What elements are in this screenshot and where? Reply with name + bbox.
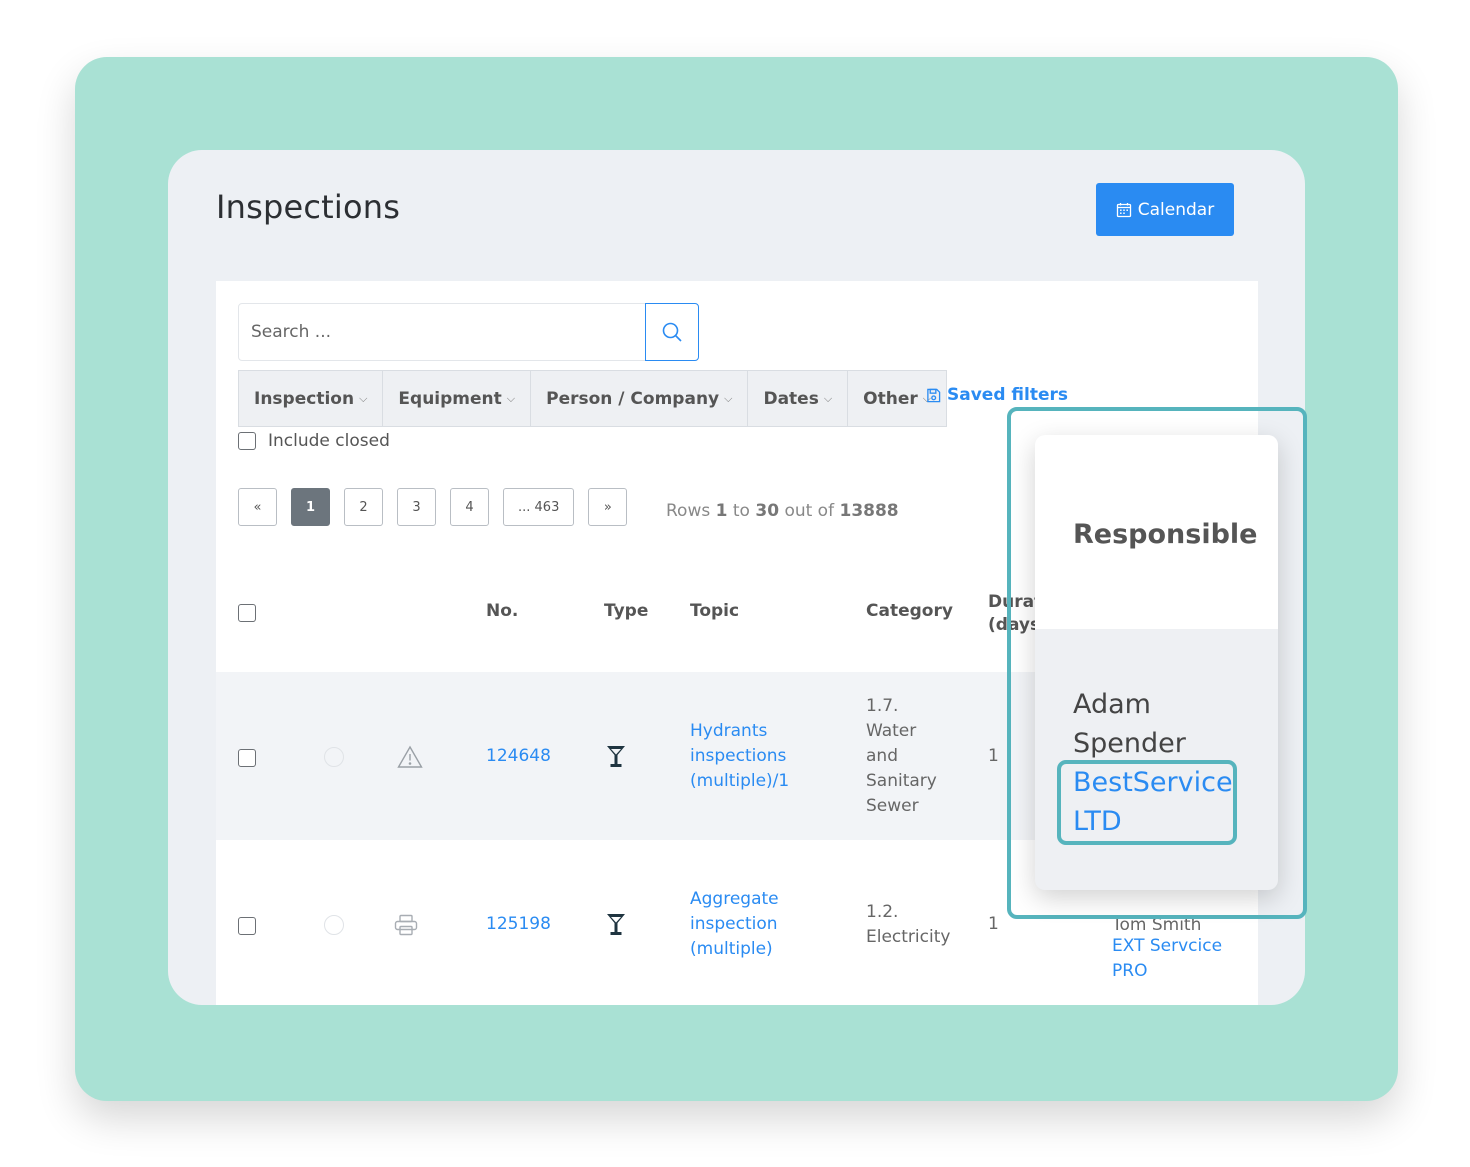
category-text: 1.7. Water and Sanitary Sewer: [866, 696, 937, 816]
select-all-checkbox[interactable]: [238, 604, 256, 622]
status-circle: [324, 747, 344, 767]
column-header-type[interactable]: Type: [604, 601, 648, 621]
filter-bar: Inspection ⌵ Equipment ⌵ Person / Company ⌵…: [238, 370, 948, 427]
include-closed-checkbox[interactable]: [238, 432, 256, 450]
row-checkbox[interactable]: [238, 749, 256, 767]
page-next-button[interactable]: »: [588, 488, 628, 526]
calendar-button-label: Calendar: [1137, 199, 1215, 220]
warning-icon: [397, 745, 423, 768]
cocktail-icon: [607, 914, 625, 935]
page-3-button[interactable]: 3: [397, 488, 436, 526]
popup-title: Responsible: [1073, 519, 1258, 550]
cocktail-icon: [607, 746, 625, 767]
chevron-down-icon: ⌵: [724, 391, 733, 405]
search-button[interactable]: [645, 303, 699, 361]
include-closed-label: Include closed: [268, 431, 390, 451]
page-1-button[interactable]: 1: [291, 488, 330, 526]
column-header-topic[interactable]: Topic: [690, 601, 739, 621]
calendar-button[interactable]: Calendar: [1096, 183, 1234, 236]
saved-filters-link[interactable]: Saved filters: [926, 385, 1068, 405]
row-checkbox[interactable]: [238, 917, 256, 935]
column-header-no[interactable]: No.: [486, 601, 518, 621]
filter-person-company[interactable]: Person / Company ⌵: [531, 371, 749, 426]
topic-link[interactable]: Hydrants inspections (multiple)/1: [690, 719, 800, 794]
inspection-number-link[interactable]: 125198: [486, 912, 551, 937]
page-last-button[interactable]: ... 463: [503, 488, 575, 526]
chevron-down-icon: ⌵: [823, 391, 833, 405]
page-4-button[interactable]: 4: [450, 488, 489, 526]
column-header-category[interactable]: Category: [866, 601, 953, 621]
rows-info: Rows 1 to 30 out of 13888: [666, 501, 899, 521]
chevron-down-icon: ⌵: [506, 391, 516, 405]
calendar-icon: [1116, 202, 1131, 217]
page-2-button[interactable]: 2: [344, 488, 383, 526]
search-icon: [662, 322, 682, 342]
status-circle: [324, 915, 344, 935]
search-input[interactable]: [238, 303, 646, 361]
company-highlight-frame: [1057, 760, 1237, 845]
page-prev-button[interactable]: «: [238, 488, 277, 526]
popup-person-name: Adam Spender: [1073, 689, 1186, 759]
printer-icon: [394, 914, 418, 936]
filter-equipment[interactable]: Equipment ⌵: [383, 371, 532, 426]
page-title: Inspections: [216, 188, 401, 226]
topic-link[interactable]: Aggregate inspection (multiple): [690, 887, 790, 962]
filter-inspection[interactable]: Inspection ⌵: [239, 371, 384, 426]
floppy-disk-icon: [927, 388, 941, 402]
filter-dates[interactable]: Dates ⌵: [748, 371, 849, 426]
chevron-down-icon: ⌵: [359, 391, 368, 405]
inspection-number-link[interactable]: 124648: [486, 744, 551, 769]
duration-text: 1: [988, 914, 999, 934]
duration-text: 1: [988, 746, 999, 766]
pagination: « 1 2 3 4 ... 463 »: [238, 488, 628, 526]
popup-header: Responsible: [1035, 435, 1278, 629]
responsible-company-link[interactable]: EXT Servcice PRO: [1112, 934, 1232, 984]
category-text: 1.2. Electricity: [866, 902, 951, 947]
include-closed-toggle[interactable]: Include closed: [238, 431, 390, 451]
